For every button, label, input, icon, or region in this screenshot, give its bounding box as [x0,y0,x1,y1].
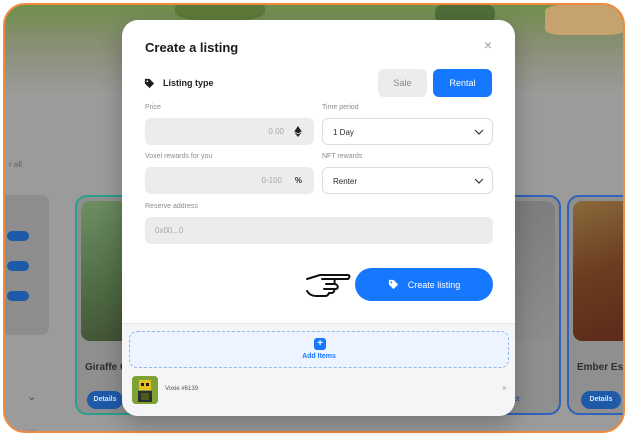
nft-rewards-select[interactable]: Renter [322,167,493,194]
background-card-title: Ember Esse [577,362,624,373]
item-name: Voxie #6139 [165,386,199,392]
voxel-rewards-input[interactable]: 0-100 % [145,167,314,194]
listing-type-label: Listing type [163,78,214,88]
chevron-down-icon: ⌄ [27,391,37,403]
sale-toggle-button[interactable]: Sale [378,69,427,97]
create-listing-label: Create listing [407,279,461,290]
nft-rewards-value: Renter [333,177,358,186]
time-period-value: 1 Day [333,128,354,137]
voxel-rewards-placeholder: 0-100 [261,176,282,185]
chevron-down-icon: ⌄ [27,424,37,433]
background-filter-panel [5,195,49,335]
reserve-address-input[interactable]: 0x00...0 [145,217,493,244]
background-toggle [7,231,29,241]
modal-title: Create a listing [145,40,239,55]
price-label: Price [145,104,161,111]
chevron-down-icon [474,178,484,184]
background-card: Ember Esse Details [567,195,624,415]
percent-suffix: % [294,176,302,185]
add-items-button[interactable]: + Add Items [129,331,509,368]
background-card-button: Details [87,391,123,409]
pointing-hand-icon [306,274,351,297]
list-item: Voxie #6139 × [130,376,510,404]
price-input[interactable]: 0.00 [145,118,314,145]
remove-item-icon[interactable]: × [502,384,507,393]
background-filter-label: r all [9,160,22,169]
tag-icon [388,279,398,290]
plus-icon: + [314,338,326,350]
chevron-down-icon [474,129,484,135]
tag-icon [144,78,155,88]
ether-icon [294,126,302,137]
rental-toggle-button[interactable]: Rental [433,69,492,97]
close-icon[interactable]: × [481,38,495,52]
reserve-address-label: Reserve address [145,203,198,210]
background-card-button: Details [581,391,621,409]
time-period-label: Time period [322,104,359,111]
add-items-label: Add Items [302,353,336,360]
voxie-avatar-icon [132,376,158,404]
create-listing-modal: Create a listing × Listing type Sale Ren… [122,20,515,416]
background-toggle [7,261,29,271]
nft-rewards-label: NFT rewards [322,153,363,160]
background-toggle [7,291,29,301]
price-placeholder: 0.00 [268,127,284,136]
time-period-select[interactable]: 1 Day [322,118,493,145]
voxel-rewards-label: Voxel rewards for you [145,153,213,160]
listing-type-row: Listing type [144,76,214,90]
item-thumbnail [132,376,158,404]
background-card-title: Giraffe C [85,362,128,373]
create-listing-button[interactable]: Create listing [355,268,493,301]
reserve-address-placeholder: 0x00...0 [155,226,184,235]
